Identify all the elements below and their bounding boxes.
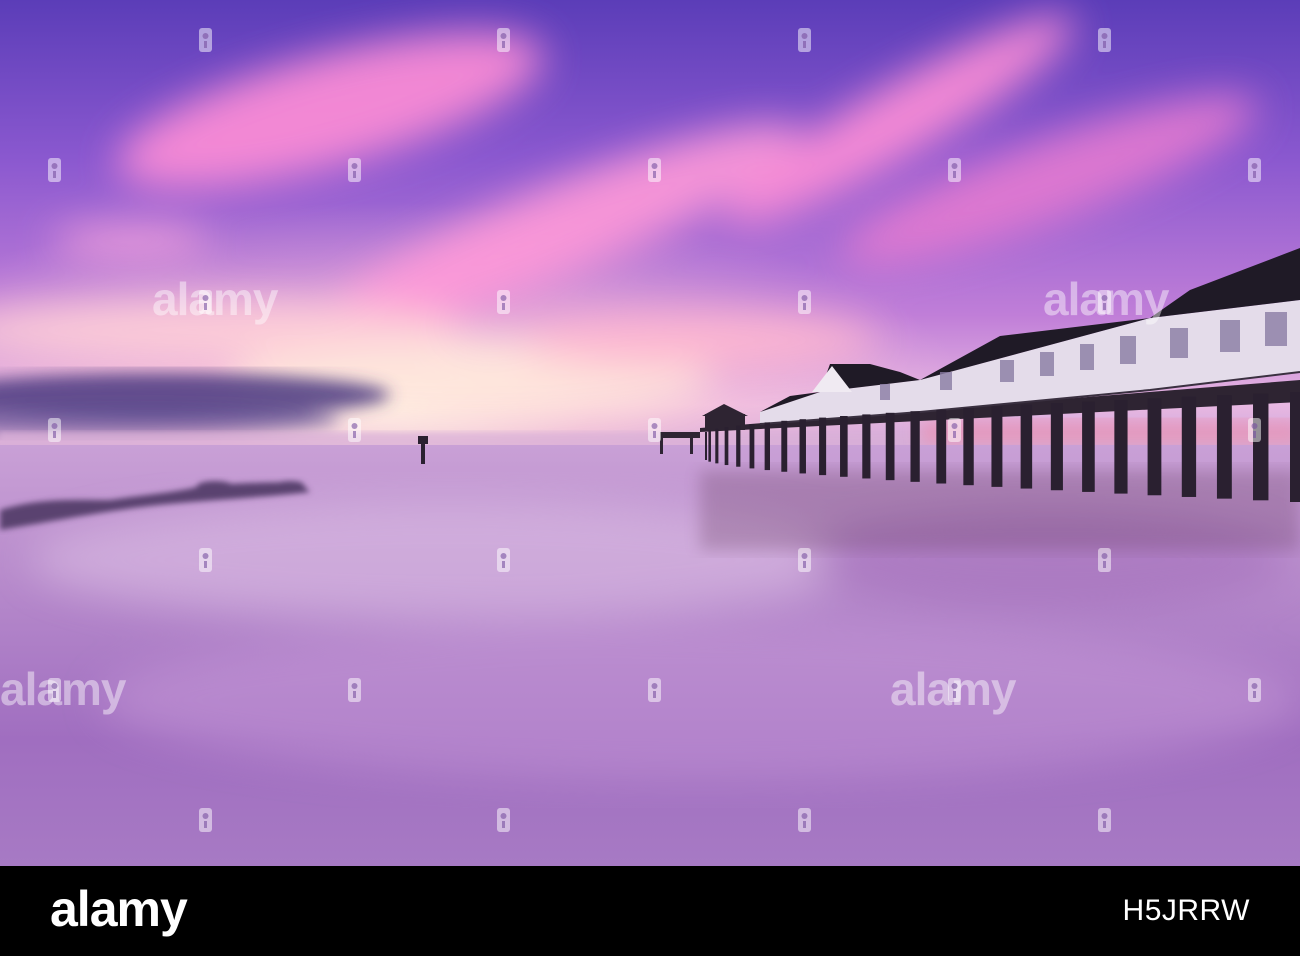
pier-leg: [819, 417, 827, 476]
pier-leg: [885, 412, 895, 481]
pier-leg: [1020, 404, 1033, 489]
image-id: H5JRRW: [1122, 894, 1250, 927]
pier-leg: [910, 411, 920, 482]
pier-leg: [705, 432, 707, 460]
pier-leg: [708, 430, 711, 462]
pier-leg: [1253, 393, 1269, 501]
pier-leg: [764, 422, 770, 471]
brand-logo: alamy: [50, 881, 188, 937]
pier-leg: [936, 409, 947, 484]
pier-leg: [1181, 396, 1197, 497]
pier-leg: [1290, 392, 1300, 502]
pier-leg: [1216, 395, 1232, 499]
pier-leg: [749, 424, 755, 469]
pier-leg: [799, 419, 806, 474]
pier-leg: [715, 428, 719, 464]
pier-leg: [781, 420, 788, 472]
pier-leg: [963, 408, 974, 486]
pier-leg: [1147, 398, 1162, 496]
footer-bar: alamy H5JRRW: [0, 866, 1300, 956]
pier-seascape: [0, 0, 1300, 866]
pier-leg: [1114, 400, 1128, 494]
pier-leg: [991, 406, 1003, 487]
photo-scene: alamy alamy alamy alamy: [0, 0, 1300, 866]
pier-leg: [736, 425, 741, 467]
pier-leg: [724, 427, 729, 466]
pier-leg: [862, 414, 871, 479]
pier-leg: [840, 416, 848, 477]
pier-leg: [1050, 403, 1063, 491]
pier-leg: [1082, 401, 1095, 492]
